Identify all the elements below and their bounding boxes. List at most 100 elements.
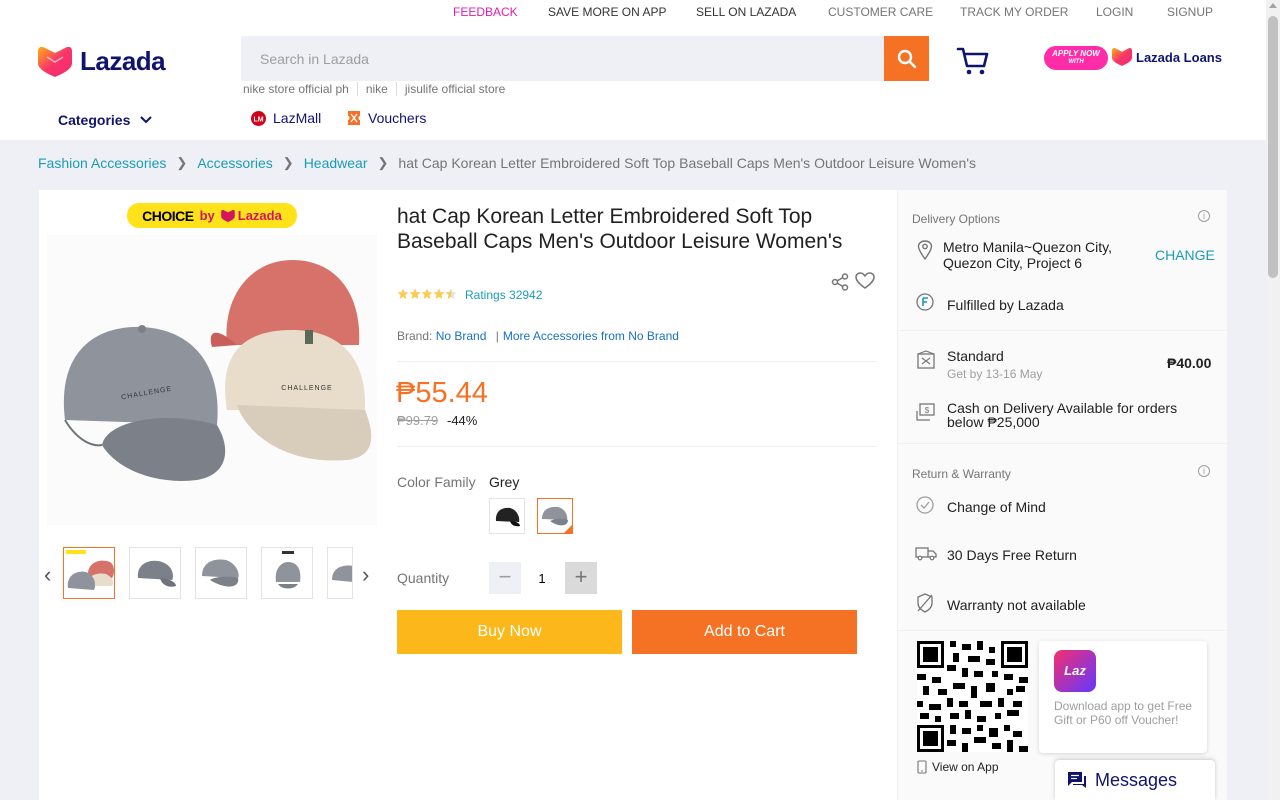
thumbnail[interactable] [261,547,313,599]
search-button[interactable] [884,36,929,81]
cod-info: Cash on Delivery Available for orders be… [947,400,1178,430]
product-title: hat Cap Korean Letter Embroidered Soft T… [397,205,843,253]
standard-eta: Get by 13-16 May [947,367,1043,381]
page-scrollbar[interactable] [1266,0,1280,800]
voucher-icon [348,111,360,125]
customer-care-link[interactable]: CUSTOMER CARE [828,5,933,19]
breadcrumb-item[interactable]: Accessories [197,155,272,171]
breadcrumb-item[interactable]: Headwear [304,155,368,171]
svg-text:CHALLENGE: CHALLENGE [281,385,332,392]
buy-now-button[interactable]: Buy Now [397,610,622,654]
lazada-heart-icon [220,209,235,222]
lazmall-icon: LM [251,110,266,126]
lazmall-label: LazMall [273,110,322,126]
brand-link[interactable]: No Brand [436,329,487,343]
vouchers-link[interactable]: Vouchers [347,110,426,126]
chevron-down-icon [140,116,153,124]
location-pin-icon [917,240,933,260]
divider [898,630,1227,631]
cap-thumbnail-image [137,560,176,587]
track-order-link[interactable]: TRACK MY ORDER [960,5,1068,19]
suggestion-item[interactable]: jisulife official store [395,82,514,96]
heart-wishlist-icon[interactable] [855,272,875,290]
divider [898,330,1227,331]
breadcrumb-item[interactable]: Fashion Accessories [38,155,166,171]
return-truck-icon [915,547,937,561]
color-swatch-grey[interactable] [537,498,573,534]
cart-icon[interactable] [956,46,990,76]
view-on-app[interactable]: View on App [917,760,999,774]
categories-dropdown[interactable]: Categories [58,112,153,128]
top-bar: FEEDBACK SAVE MORE ON APP SELL ON LAZADA… [0,0,1266,24]
delivery-options-heading: Delivery Options [912,212,1001,226]
selected-color: Grey [489,474,520,490]
chevron-right-icon: ❯ [377,155,389,170]
search-suggestions: nike store official ph nike jisulife off… [243,82,513,96]
cap-swatch-image [542,506,572,533]
lazada-loans-link[interactable]: Lazada Loans [1112,48,1222,66]
messages-button[interactable]: Messages [1055,760,1215,800]
signup-link[interactable]: SIGNUP [1167,5,1213,19]
categories-label: Categories [58,112,131,128]
change-of-mind-icon [916,496,934,514]
warranty-status: Warranty not available [947,597,1086,613]
cap-swatch-image [495,507,520,527]
laz-app-icon: Laz [1054,650,1096,692]
svg-text:LM: LM [253,116,263,123]
star-icon [433,288,445,299]
logo-text: Lazada [80,46,166,76]
change-location-link[interactable]: CHANGE [1155,247,1215,263]
feedback-link[interactable]: FEEDBACK [453,5,518,19]
standard-price: ₱40.00 [1167,355,1212,371]
choice-text: CHOICE [142,207,194,224]
login-link[interactable]: LOGIN [1096,5,1133,19]
ratings-count[interactable]: Ratings 32942 [465,288,542,302]
scroll-up-arrow-icon[interactable] [1269,3,1277,8]
quantity-decrease-button[interactable]: − [489,562,521,594]
lazmall-link[interactable]: LM LazMall [251,110,321,126]
divider [397,446,877,447]
phone-icon [917,760,927,774]
thumbnail[interactable] [195,547,247,599]
app-promo-text: Download app to get Free Gift or P60 off… [1054,699,1193,727]
more-from-brand-link[interactable]: More Accessories from No Brand [503,329,679,343]
rating-stars[interactable] [397,288,457,300]
choice-badge: CHOICE by Lazada [127,203,297,228]
info-icon[interactable]: i [1198,210,1210,222]
package-icon [917,350,935,369]
star-icon [421,288,433,299]
breadcrumb-current: hat Cap Korean Letter Embroidered Soft T… [398,155,977,171]
quantity-increase-button[interactable]: + [565,562,597,594]
qr-code[interactable] [917,641,1028,752]
thumbnail[interactable] [327,547,353,599]
product-main-image[interactable]: CHALLENGE CHALLENGE [47,235,377,525]
suggestion-item[interactable]: nike store official ph [243,82,357,96]
change-of-mind: Change of Mind [947,499,1046,515]
info-icon[interactable]: i [1198,465,1210,477]
apply-now-badge[interactable]: APPLY NOW WITH [1044,46,1108,70]
lazada-logo[interactable]: Lazada [38,46,166,77]
suggestion-item[interactable]: nike [356,82,396,96]
app-download-card[interactable]: Laz Download app to get Free Gift or P60… [1039,641,1207,753]
color-swatch-black[interactable] [489,498,525,534]
sell-link[interactable]: SELL ON LAZADA [696,5,796,19]
vouchers-label: Vouchers [368,110,427,126]
share-icon[interactable] [831,273,849,291]
quantity-input[interactable] [522,562,562,594]
choice-by-text: by [199,208,215,223]
thumbnail[interactable] [129,547,181,599]
chevron-right-icon[interactable]: › [362,562,369,588]
current-price: ₱55.44 [396,377,488,409]
thumbnail-strip: ‹ › [39,538,384,608]
scrollbar-thumb[interactable] [1268,16,1278,278]
chevron-left-icon[interactable]: ‹ [44,562,51,588]
search-input[interactable] [241,36,884,81]
thumbnail[interactable] [63,547,115,599]
quantity-label: Quantity [397,570,450,586]
cap-thumbnail-image [202,559,239,587]
warranty-off-icon [917,593,933,613]
divider [898,443,1227,444]
star-icon [397,288,409,299]
save-more-link[interactable]: SAVE MORE ON APP [548,5,666,19]
add-to-cart-button[interactable]: Add to Cart [632,610,857,654]
